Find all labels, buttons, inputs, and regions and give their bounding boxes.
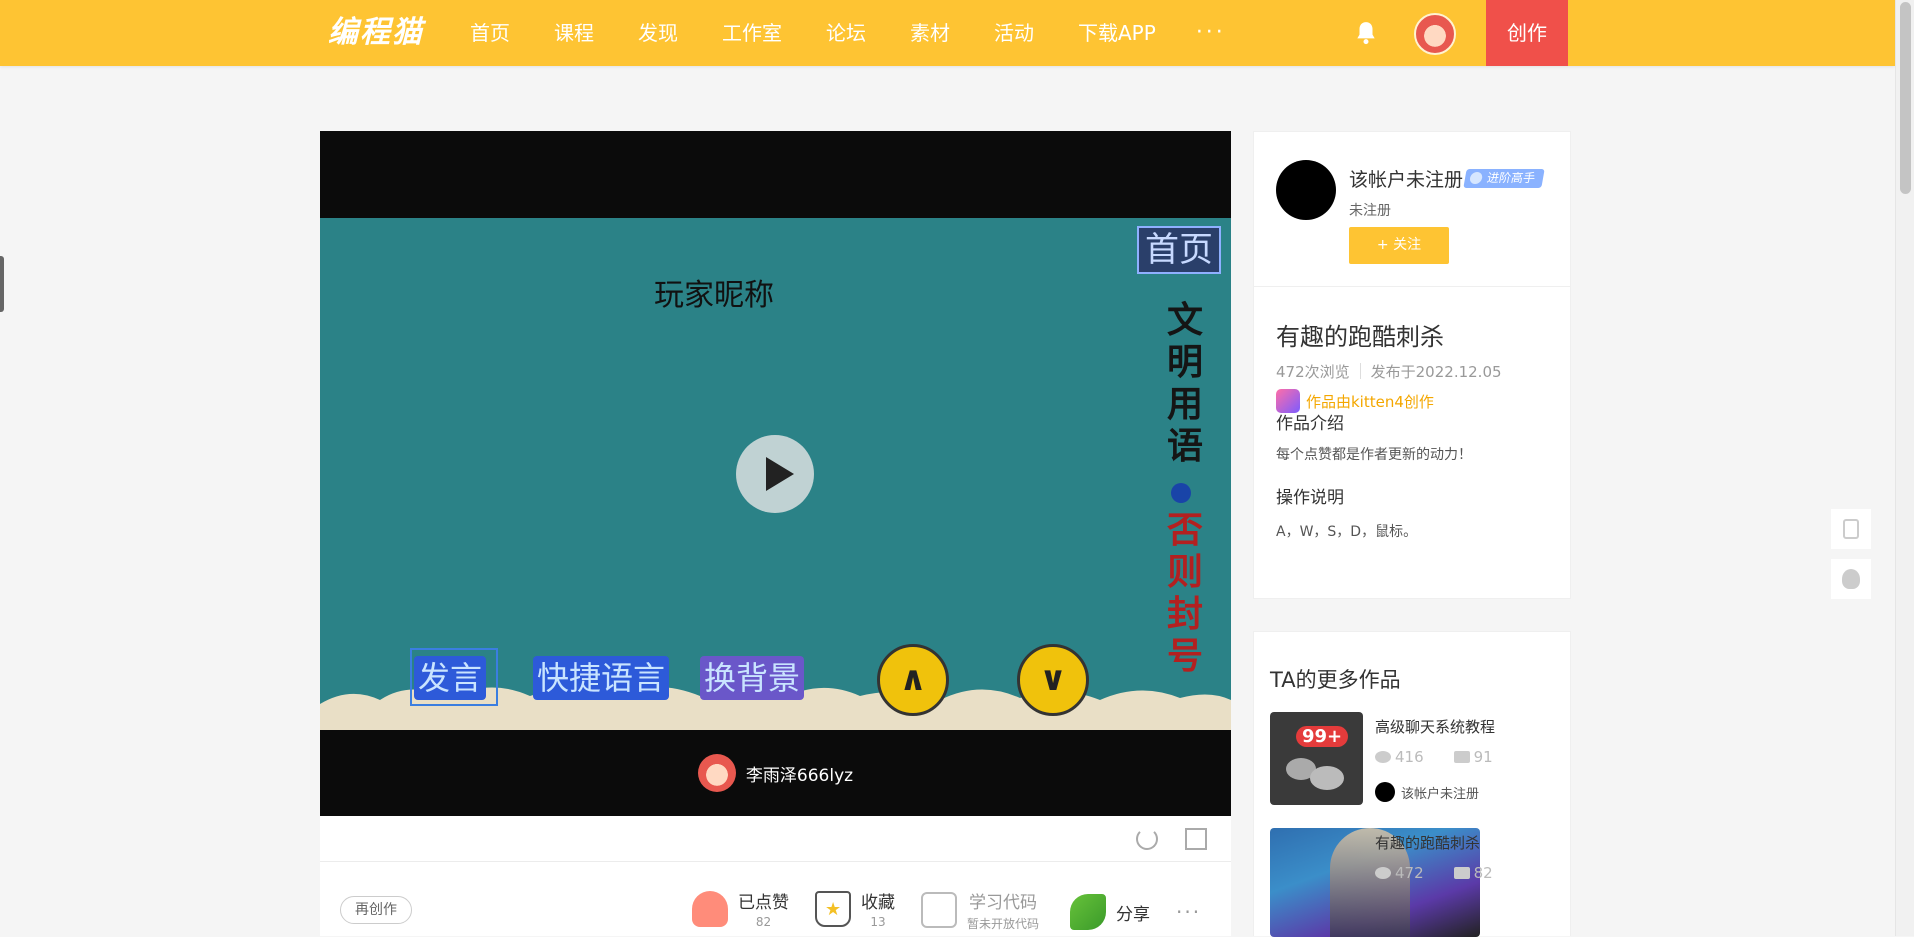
work-thumbnail[interactable]: 99+ [1270,712,1363,805]
nav-home[interactable]: 首页 [470,0,510,66]
share-icon [1070,894,1106,930]
intro-heading: 作品介绍 [1276,414,1344,434]
nav-forum[interactable]: 论坛 [826,0,866,66]
work-list-item[interactable]: 99+ 高级聊天系统教程 416 91 该帐户未注册 [1270,712,1560,808]
main-nav: 首页 课程 发现 工作室 论坛 素材 活动 下载APP ··· [470,0,1270,66]
player-author-bar: 李雨泽666lyz [320,730,1231,816]
work-item-views: 416 [1395,748,1424,766]
author-profile-card: 该帐户未注册 进阶高手 未注册 + 关注 [1253,131,1571,286]
stage-quick-language-button[interactable]: 快捷语言 [533,656,670,700]
nav-courses[interactable]: 课程 [554,0,594,66]
nav-download-app[interactable]: 下载APP [1078,0,1156,66]
share-button[interactable]: 分享 [1070,894,1150,930]
stage-divider-dot [1171,483,1191,503]
stage-change-background-button[interactable]: 换背景 [700,656,805,700]
nav-discover[interactable]: 发现 [638,0,678,66]
more-works-card: TA的更多作品 99+ 高级聊天系统教程 416 91 该帐户未注册 有趣的跑酷… [1253,631,1571,937]
eye-icon [1375,867,1391,879]
player-controls [320,816,1231,862]
qq-icon [1842,569,1860,589]
like-button[interactable]: 已点赞 82 [692,888,789,929]
stage-vertical-text-1: 文 明 用 语 [1166,300,1203,467]
game-stage[interactable]: 首页 玩家昵称 文 明 用 语 否 则 封 号 发言 快捷语言 换背景 ∧ ∨ [320,218,1231,730]
work-item-stats: 472 82 [1375,864,1523,882]
work-item-title[interactable]: 高级聊天系统教程 [1375,716,1495,737]
work-item-author-name: 该帐户未注册 [1401,786,1480,802]
work-actions: 再创作 已点赞 82 收藏 13 学习代码暂未开放代码 分享 ··· [320,862,1231,936]
like-count: 82 [755,915,772,929]
thumbs-up-icon [1453,867,1470,879]
instructions-text: A，W，S，D，鼠标。 [1276,524,1418,540]
page-scrollbar[interactable] [1895,0,1914,936]
profile-subtitle: 未注册 [1349,203,1391,219]
eye-icon [1375,751,1391,763]
thumbnail-badge: 99+ [1296,726,1349,747]
top-navbar: 编程猫 首页 课程 发现 工作室 论坛 素材 活动 下载APP ··· 创作 [0,0,1895,66]
work-detail-card: 有趣的跑酷刺杀 472次浏览 发布于2022.12.05 作品由kitten4创… [1253,286,1571,599]
bell-icon[interactable] [1353,20,1379,46]
scrollbar-thumb[interactable] [1900,2,1911,194]
site-logo[interactable]: 编程猫 [328,13,424,53]
work-player: 首页 玩家昵称 文 明 用 语 否 则 封 号 发言 快捷语言 换背景 ∧ ∨ … [320,131,1231,816]
side-edge-tab[interactable] [0,256,4,312]
author-avatar[interactable] [697,754,736,792]
share-label: 分享 [1116,904,1150,925]
stage-down-button[interactable]: ∨ [1017,644,1089,716]
work-list-item[interactable]: 有趣的跑酷刺杀 472 82 [1270,828,1560,937]
favorite-button[interactable]: 收藏 13 [815,888,895,929]
work-item-likes: 82 [1473,864,1493,882]
fullscreen-icon[interactable] [1185,828,1207,850]
profile-name[interactable]: 该帐户未注册 [1349,165,1463,192]
thumbs-up-icon [692,890,728,927]
stage-home-tag: 首页 [1137,226,1221,274]
more-works-title: TA的更多作品 [1270,668,1401,692]
create-button[interactable]: 创作 [1486,0,1568,66]
instructions-heading: 操作说明 [1276,488,1344,508]
view-count: 472次浏览 [1276,363,1350,381]
level-badge: 进阶高手 [1463,169,1545,188]
work-item-stats: 416 91 [1375,748,1523,766]
code-icon [921,892,957,928]
favorite-count: 13 [870,915,886,929]
refresh-icon[interactable] [1136,828,1158,850]
stage-vertical-text-2: 否 则 封 号 [1166,510,1203,677]
author-name[interactable]: 李雨泽666lyz [746,761,853,786]
stage-speak-button[interactable]: 发言 [414,656,487,700]
stage-up-button[interactable]: ∧ [877,644,949,716]
intro-text: 每个点赞都是作者更新的动力！ [1276,447,1472,463]
work-item-author-avatar [1375,782,1395,802]
qq-tool[interactable] [1831,559,1871,599]
learn-code-button[interactable]: 学习代码暂未开放代码 [921,888,1039,932]
publish-date: 发布于2022.12.05 [1370,363,1502,381]
work-title: 有趣的跑酷刺杀 [1276,323,1444,351]
nav-events[interactable]: 活动 [994,0,1034,66]
nav-more-icon[interactable]: ··· [1196,0,1226,66]
meta-divider [1359,363,1361,379]
work-meta: 472次浏览 发布于2022.12.05 [1276,361,1502,382]
follow-button[interactable]: + 关注 [1349,227,1449,264]
favorite-box-icon [815,890,851,927]
more-actions-icon[interactable]: ··· [1176,900,1201,924]
work-item-title[interactable]: 有趣的跑酷刺杀 [1375,832,1480,853]
learn-code-sub: 暂未开放代码 [967,917,1040,931]
phone-icon [1843,519,1859,539]
nav-assets[interactable]: 素材 [910,0,950,66]
learn-code-label: 学习代码 [969,893,1037,913]
work-item-views: 472 [1395,864,1424,882]
work-item-author[interactable]: 该帐户未注册 [1375,782,1479,802]
stage-nickname-label: 玩家昵称 [654,278,774,313]
user-avatar[interactable] [1414,13,1456,55]
thumbs-up-icon [1453,751,1470,763]
nav-studio[interactable]: 工作室 [722,0,782,66]
mobile-view-tool[interactable] [1831,509,1871,549]
play-icon[interactable] [736,435,814,513]
profile-avatar[interactable] [1276,160,1336,220]
favorite-label: 收藏 [861,893,895,913]
chat-bubble-icon [1310,766,1344,790]
recreate-button[interactable]: 再创作 [340,896,412,924]
work-item-likes: 91 [1473,748,1493,766]
like-label: 已点赞 [738,893,789,913]
